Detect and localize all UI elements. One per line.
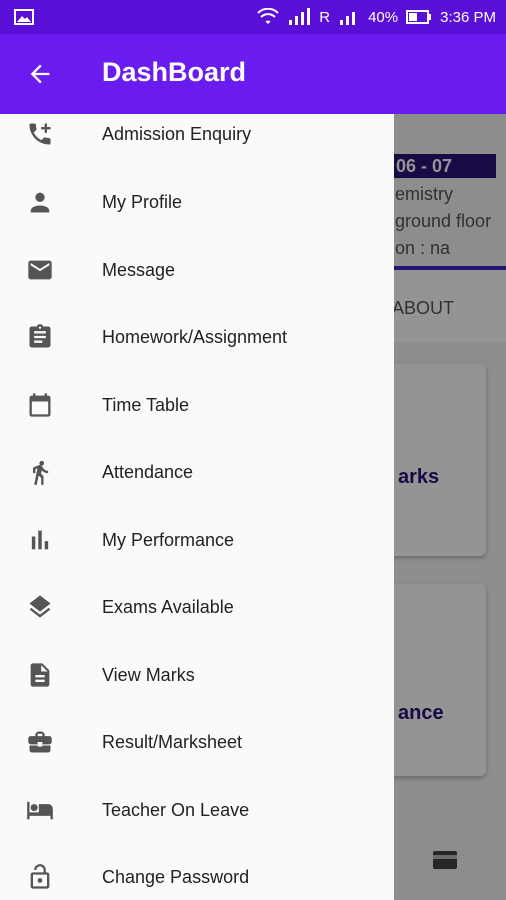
arrow-left-icon[interactable] xyxy=(26,60,54,88)
drawer-item-attendance[interactable]: Attendance xyxy=(0,442,394,502)
lock-open-icon xyxy=(30,864,50,889)
drawer-item-label: Time Table xyxy=(102,395,190,415)
drawer-item-label: Homework/Assignment xyxy=(102,327,288,347)
drawer-item-message[interactable]: Message xyxy=(0,240,394,300)
drawer-item-label: Change Password xyxy=(102,867,250,887)
calendar-icon xyxy=(29,393,51,417)
drawer-item-view-marks[interactable]: View Marks xyxy=(0,645,394,705)
bar-chart-icon xyxy=(31,530,49,550)
drawer-item-teacher-on-leave[interactable]: Teacher On Leave xyxy=(0,780,394,840)
drawer-item-label: Admission Enquiry xyxy=(102,124,252,144)
walk-icon xyxy=(33,460,49,485)
drawer-item-result-marksheet[interactable]: Result/Marksheet xyxy=(0,712,394,772)
drawer-item-label: Result/Marksheet xyxy=(102,732,243,752)
layers-icon xyxy=(29,595,51,618)
drawer-item-label: My Profile xyxy=(102,192,183,212)
drawer-item-label: Exams Available xyxy=(102,597,234,617)
drawer-item-time-table[interactable]: Time Table xyxy=(0,375,394,435)
battery-icon xyxy=(406,10,432,24)
drawer-item-my-profile[interactable]: My Profile xyxy=(0,172,394,232)
drawer-item-label: Attendance xyxy=(102,462,194,482)
drawer-item-change-password[interactable]: Change Password xyxy=(0,847,394,900)
person-icon xyxy=(30,192,50,213)
drawer-item-label: Teacher On Leave xyxy=(102,800,250,820)
app-bar: DashBoard xyxy=(0,34,506,114)
briefcase-icon xyxy=(28,731,52,753)
wifi-icon xyxy=(257,8,279,24)
status-bar: R 40% 3:36 PM xyxy=(0,0,506,34)
drawer-item-label: View Marks xyxy=(102,665,195,685)
document-icon xyxy=(30,663,50,687)
page-title: DashBoard xyxy=(102,57,247,87)
bed-icon xyxy=(27,801,53,820)
carrier-label: R xyxy=(319,8,331,26)
drawer-item-homework[interactable]: Homework/Assignment xyxy=(0,307,394,367)
image-icon xyxy=(14,9,34,25)
signal-icon-2 xyxy=(340,12,356,25)
drawer-item-my-performance[interactable]: My Performance xyxy=(0,510,394,570)
phone-add-icon xyxy=(29,123,51,145)
navigation-drawer: Admission Enquiry My Profile Message Hom… xyxy=(0,114,394,900)
clipboard-icon xyxy=(29,324,51,348)
drawer-item-exams-available[interactable]: Exams Available xyxy=(0,577,394,637)
drawer-item-label: Message xyxy=(102,260,176,280)
drawer-item-admission-enquiry[interactable]: Admission Enquiry xyxy=(0,114,394,164)
drawer-item-label: My Performance xyxy=(102,530,235,550)
clock: 3:36 PM xyxy=(440,8,496,26)
mail-icon xyxy=(28,260,52,280)
battery-percent: 40% xyxy=(368,8,399,26)
signal-icon xyxy=(289,8,311,25)
